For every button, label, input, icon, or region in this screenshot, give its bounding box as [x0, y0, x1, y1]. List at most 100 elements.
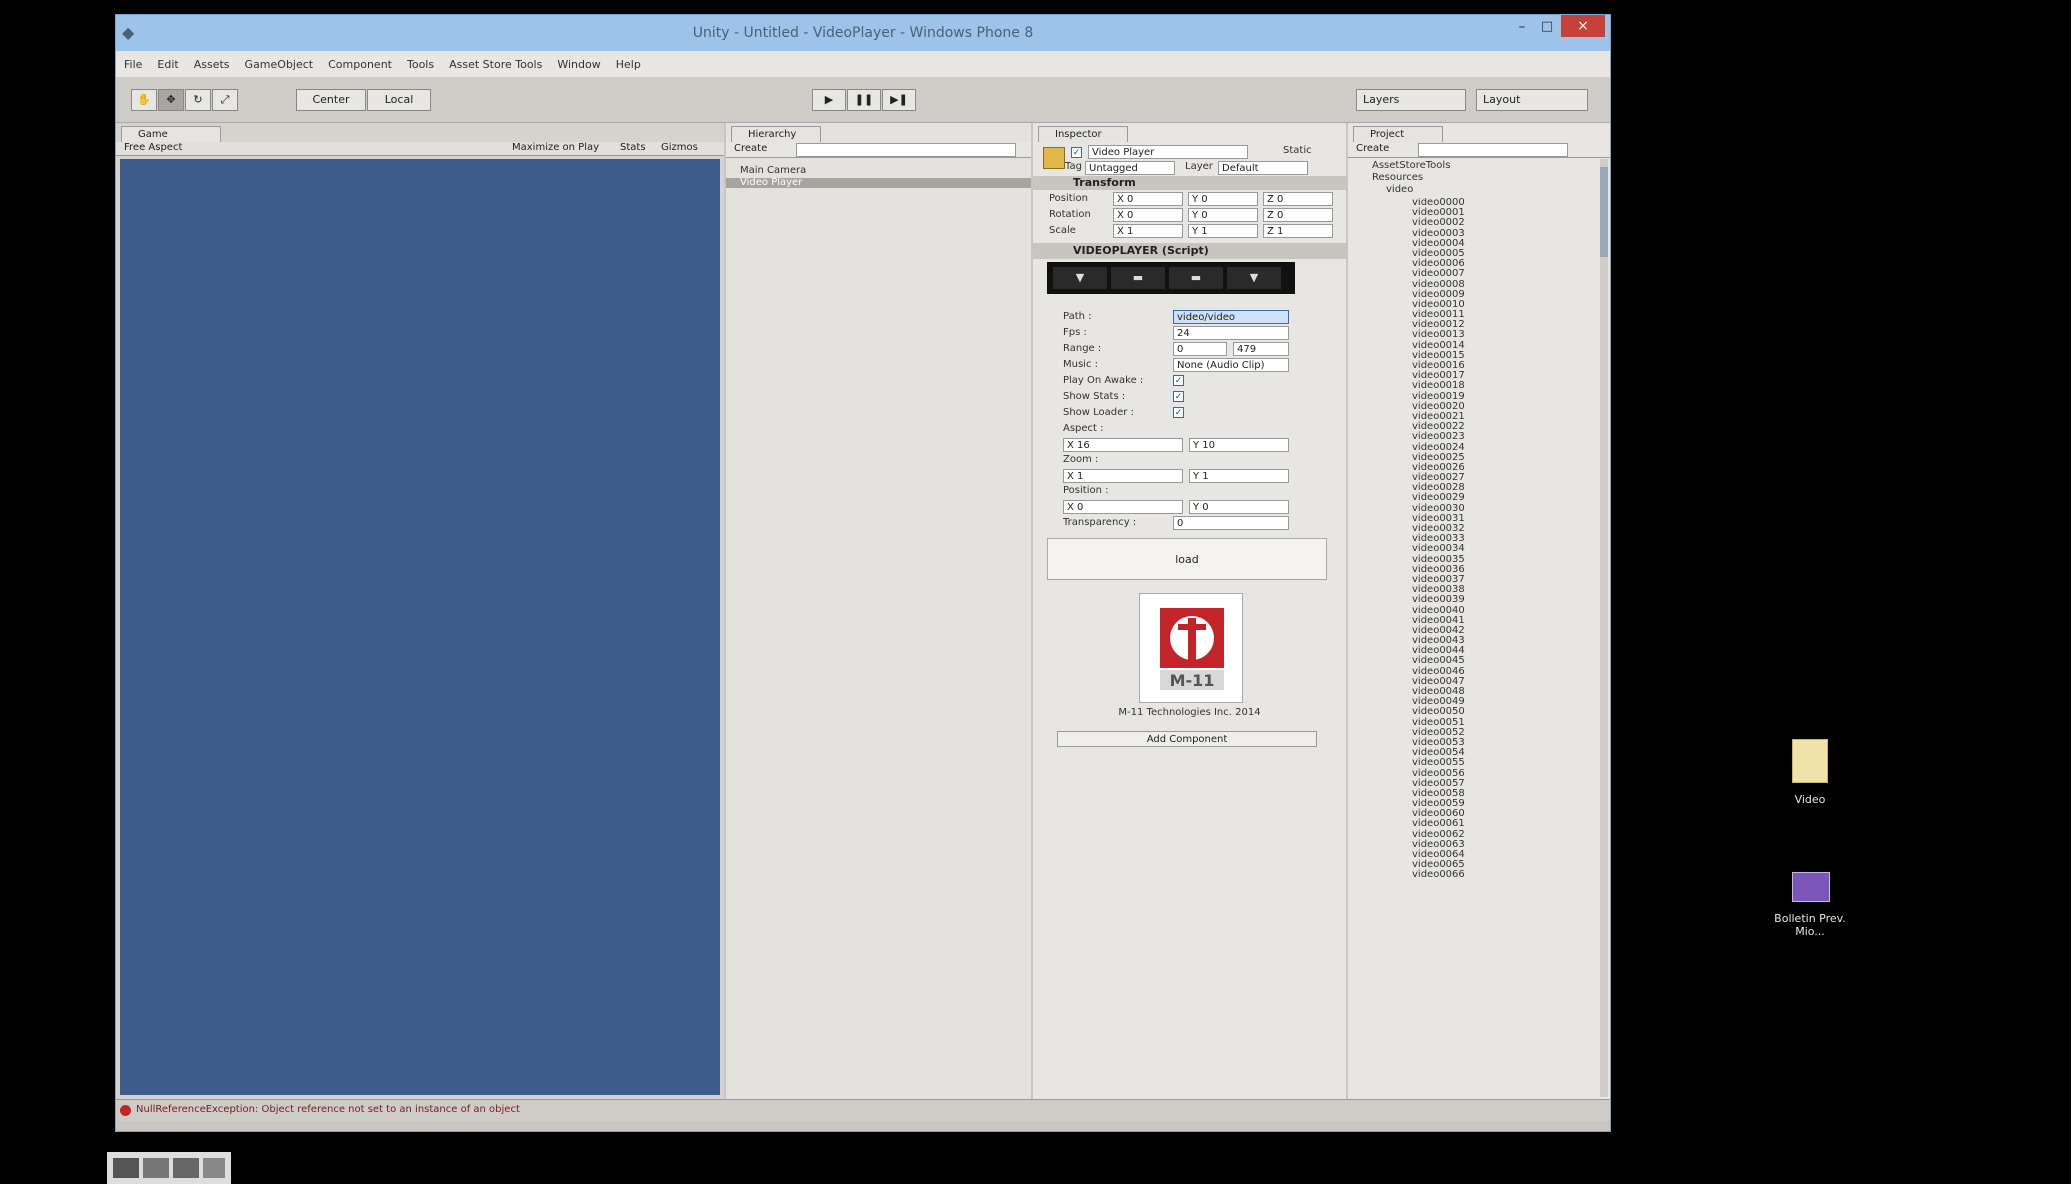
tab-inspector[interactable]: Inspector — [1038, 126, 1128, 142]
menu-bar: File Edit Assets GameObject Component To… — [116, 51, 1610, 77]
title-bar: ◆ Unity - Untitled - VideoPlayer - Windo… — [116, 15, 1610, 51]
taskbar-thumb-pane — [143, 1158, 169, 1178]
project-scrollbar[interactable] — [1600, 159, 1608, 1097]
fps-input[interactable]: 24 — [1173, 326, 1289, 340]
vp-position-x-input[interactable]: X 0 — [1063, 500, 1183, 514]
m11-logo: M-11 — [1139, 593, 1243, 703]
position-y-field[interactable]: Y 0 — [1188, 192, 1258, 206]
project-create-button[interactable]: Create — [1356, 143, 1389, 154]
music-object-field[interactable]: None (Audio Clip) — [1173, 358, 1289, 372]
gizmos-dropdown[interactable]: Gizmos — [661, 142, 698, 153]
static-toggle[interactable]: Static — [1283, 145, 1312, 156]
desktop-icon-video[interactable]: Video — [1770, 735, 1850, 815]
layer-dropdown[interactable]: Default — [1218, 161, 1308, 175]
hierarchy-panel: Hierarchy Create Main Camera Video Playe… — [726, 123, 1031, 1099]
path-input[interactable]: video/video — [1173, 310, 1289, 324]
layout-dropdown[interactable]: Layout — [1476, 89, 1588, 111]
media-file-icon — [1792, 872, 1830, 902]
project-search-input[interactable] — [1418, 143, 1568, 157]
tab-project[interactable]: Project — [1353, 126, 1443, 142]
play-button[interactable]: ▶ — [812, 89, 846, 111]
rotate-tool-button[interactable]: ↻ — [185, 89, 211, 111]
project-file-item[interactable]: video0039 — [1398, 595, 1588, 605]
close-button[interactable]: × — [1561, 15, 1605, 37]
pivot-local-button[interactable]: Local — [367, 89, 431, 111]
aspect-dropdown[interactable]: Free Aspect — [124, 142, 182, 153]
project-file-item[interactable]: video0066 — [1398, 870, 1588, 880]
hierarchy-item-main-camera[interactable]: Main Camera — [740, 165, 806, 176]
hand-tool-button[interactable]: ✋ — [131, 89, 157, 111]
menu-assets[interactable]: Assets — [194, 58, 230, 71]
pause-button[interactable]: ❚❚ — [847, 89, 881, 111]
hierarchy-search-input[interactable] — [796, 143, 1016, 157]
game-view[interactable] — [120, 159, 720, 1095]
transparency-input[interactable]: 0 — [1173, 516, 1289, 530]
play-on-awake-label: Play On Awake : — [1063, 375, 1144, 386]
project-scrollbar-thumb[interactable] — [1600, 167, 1608, 257]
maximize-button[interactable]: □ — [1536, 19, 1558, 39]
music-label: Music : — [1063, 359, 1098, 370]
range-from-input[interactable]: 0 — [1173, 342, 1227, 356]
position-z-field[interactable]: Z 0 — [1263, 192, 1333, 206]
tab-game[interactable]: Game — [121, 126, 221, 142]
play-on-awake-checkbox[interactable]: ✓ — [1173, 375, 1184, 386]
fps-label: Fps : — [1063, 327, 1087, 338]
error-icon — [120, 1105, 131, 1116]
show-loader-checkbox[interactable]: ✓ — [1173, 407, 1184, 418]
menu-edit[interactable]: Edit — [157, 58, 178, 71]
rotation-x-field[interactable]: X 0 — [1113, 208, 1183, 222]
zoom-y-input[interactable]: Y 1 — [1189, 469, 1289, 483]
pivot-center-button[interactable]: Center — [296, 89, 366, 111]
tag-dropdown[interactable]: Untagged — [1085, 161, 1175, 175]
menu-help[interactable]: Help — [616, 58, 641, 71]
menu-gameobject[interactable]: GameObject — [245, 58, 314, 71]
position-x-field[interactable]: X 0 — [1113, 192, 1183, 206]
aspect-x-input[interactable]: X 16 — [1063, 438, 1183, 452]
zoom-x-input[interactable]: X 1 — [1063, 469, 1183, 483]
move-tool-button[interactable]: ✥ — [158, 89, 184, 111]
minimize-button[interactable]: – — [1511, 19, 1533, 39]
project-file-item[interactable]: video0055 — [1398, 758, 1588, 768]
project-file-list: video0000 video0001 video0002 video0003 vide… — [1398, 198, 1588, 1098]
hierarchy-item-video-player[interactable]: Video Player — [726, 177, 1031, 189]
zoom-label: Zoom : — [1063, 454, 1099, 465]
desktop-icon-bolletin[interactable]: Bolletin Prev. Mio... — [1760, 868, 1860, 948]
stats-toggle[interactable]: Stats — [620, 142, 646, 153]
menu-window[interactable]: Window — [557, 58, 600, 71]
rotation-y-field[interactable]: Y 0 — [1188, 208, 1258, 222]
status-bar[interactable]: NullReferenceException: Object reference… — [116, 1099, 1610, 1121]
banner-logo-icon-2: ▬ — [1111, 267, 1165, 289]
menu-file[interactable]: File — [124, 58, 142, 71]
project-file-item[interactable]: video0007 — [1398, 269, 1588, 279]
add-component-button[interactable]: Add Component — [1057, 731, 1317, 747]
scale-y-field[interactable]: Y 1 — [1188, 224, 1258, 238]
scale-x-field[interactable]: X 1 — [1113, 224, 1183, 238]
load-button[interactable]: load — [1047, 538, 1327, 580]
videoplayer-header[interactable]: VIDEOPLAYER (Script) — [1033, 243, 1346, 259]
range-to-input[interactable]: 479 — [1233, 342, 1289, 356]
taskbar-thumbnail[interactable] — [107, 1152, 231, 1184]
layers-dropdown[interactable]: Layers — [1356, 89, 1466, 111]
menu-component[interactable]: Component — [328, 58, 392, 71]
aspect-y-input[interactable]: Y 10 — [1189, 438, 1289, 452]
menu-asset-store-tools[interactable]: Asset Store Tools — [449, 58, 542, 71]
rotation-z-field[interactable]: Z 0 — [1263, 208, 1333, 222]
step-button[interactable]: ▶❚ — [882, 89, 916, 111]
folder-assetstoretools[interactable]: AssetStoreTools — [1372, 160, 1450, 171]
project-file-item[interactable]: video0023 — [1398, 432, 1588, 442]
tab-hierarchy[interactable]: Hierarchy — [731, 126, 821, 142]
show-stats-label: Show Stats : — [1063, 391, 1126, 402]
folder-video[interactable]: video — [1386, 184, 1413, 195]
show-stats-checkbox[interactable]: ✓ — [1173, 391, 1184, 402]
scale-z-field[interactable]: Z 1 — [1263, 224, 1333, 238]
menu-tools[interactable]: Tools — [407, 58, 434, 71]
folder-resources[interactable]: Resources — [1372, 172, 1423, 183]
vp-position-y-input[interactable]: Y 0 — [1189, 500, 1289, 514]
inspector-panel: Inspector ✓ Video Player Static Tag Unta… — [1033, 123, 1346, 1099]
transform-header[interactable]: Transform — [1033, 176, 1346, 190]
maximize-on-play-toggle[interactable]: Maximize on Play — [512, 142, 599, 153]
hierarchy-create-button[interactable]: Create — [734, 143, 767, 154]
scale-tool-button[interactable]: ⤢ — [212, 89, 238, 111]
active-checkbox[interactable]: ✓ — [1071, 147, 1082, 158]
object-name-input[interactable]: Video Player — [1088, 145, 1248, 159]
